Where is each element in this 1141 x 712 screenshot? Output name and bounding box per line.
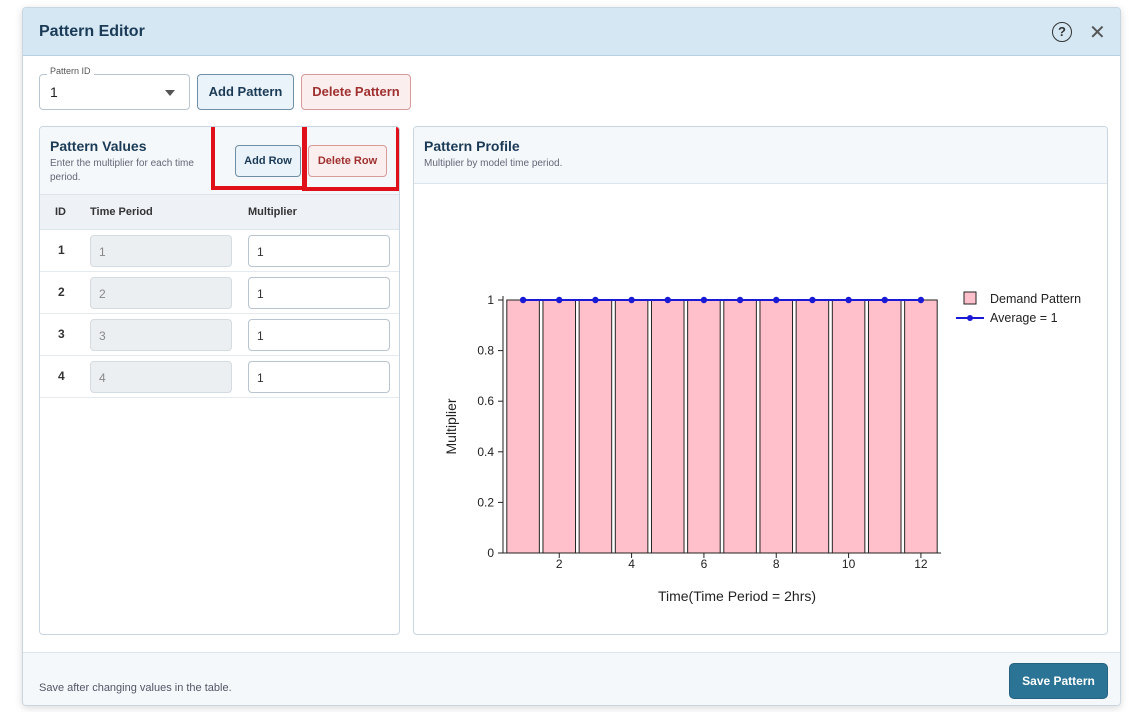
column-header-id: ID [55, 206, 66, 218]
average-point [881, 296, 888, 304]
multiplier-input[interactable]: 1 [248, 235, 390, 267]
x-tick-label: 10 [842, 557, 856, 571]
column-header-multiplier: Multiplier [248, 206, 297, 218]
delete-row-button[interactable]: Delete Row [308, 145, 387, 177]
dialog-header: Pattern Editor ? ✕ [23, 8, 1120, 56]
table-header: ID Time Period Multiplier [40, 195, 399, 230]
x-tick-label: 12 [914, 557, 928, 571]
legend-swatch-point [967, 315, 973, 321]
average-point [917, 296, 925, 304]
row-id: 4 [58, 369, 65, 383]
pattern-profile-title: Pattern Profile [424, 138, 520, 154]
x-tick-label: 8 [773, 557, 780, 571]
chart-bar [614, 299, 649, 554]
pattern-id-select[interactable]: 1 [39, 74, 190, 110]
chart-bar [795, 299, 830, 554]
table-row: 2 2 1 [40, 272, 399, 314]
x-tick-label: 6 [701, 557, 708, 571]
pattern-profile-subtitle: Multiplier by model time period. [424, 158, 563, 169]
average-point [809, 296, 816, 304]
multiplier-input[interactable]: 1 [248, 319, 390, 351]
y-tick-label: 1 [487, 293, 494, 307]
legend-swatch-bar [963, 291, 977, 305]
dialog-footer: Save after changing values in the table.… [23, 652, 1120, 705]
row-id: 2 [58, 285, 65, 299]
average-point [592, 296, 599, 304]
average-point [556, 296, 563, 304]
legend-label-demand: Demand Pattern [990, 292, 1081, 306]
chart-bar [687, 299, 721, 554]
close-icon[interactable]: ✕ [1089, 23, 1106, 43]
pattern-values-title: Pattern Values [50, 138, 147, 154]
pattern-profile-header: Pattern Profile Multiplier by model time… [414, 127, 1107, 184]
average-point [519, 296, 527, 304]
pattern-values-subtitle: Enter the multiplier for each time perio… [50, 158, 194, 183]
x-tick-label: 2 [556, 557, 563, 571]
multiplier-input[interactable]: 1 [248, 277, 390, 309]
time-period-field: 2 [90, 277, 232, 309]
chart-bar [723, 299, 757, 554]
y-tick-label: 0.4 [477, 445, 494, 459]
chart-bar [578, 299, 613, 554]
chevron-down-icon [165, 90, 175, 96]
chart-bar [542, 299, 577, 554]
pattern-values-header: Pattern Values Enter the multiplier for … [40, 127, 399, 195]
time-period-field: 1 [90, 235, 232, 267]
average-point [845, 296, 852, 304]
pattern-values-panel: Pattern Values Enter the multiplier for … [39, 126, 400, 635]
row-id: 3 [58, 327, 65, 341]
y-tick-label: 0.6 [477, 394, 494, 408]
pattern-profile-chart: 00.20.40.60.812 4 6 8 10 12Time(Time Period =… [443, 291, 1081, 604]
table-row: 4 4 1 [40, 356, 399, 398]
footer-note: Save after changing values in the table. [39, 682, 232, 694]
chart-bar [867, 299, 902, 554]
delete-pattern-button[interactable]: Delete Pattern [301, 74, 411, 110]
help-icon[interactable]: ? [1052, 22, 1072, 42]
x-axis-label: Time(Time Period = 2hrs) [658, 588, 816, 604]
y-tick-label: 0 [487, 546, 494, 560]
x-tick-label: 4 [628, 557, 635, 571]
average-point [736, 296, 744, 304]
dialog-title: Pattern Editor [39, 23, 145, 40]
add-row-button[interactable]: Add Row [235, 145, 301, 177]
y-tick-label: 0.2 [477, 495, 494, 509]
chart-bar [506, 299, 540, 554]
save-pattern-button[interactable]: Save Pattern [1009, 663, 1108, 699]
chart-bar [759, 299, 794, 554]
column-header-time-period: Time Period [90, 206, 153, 218]
time-period-field: 3 [90, 319, 232, 351]
table-row: 1 1 1 [40, 230, 399, 272]
average-point [628, 296, 635, 304]
add-pattern-button[interactable]: Add Pattern [197, 74, 294, 110]
multiplier-input[interactable]: 1 [248, 361, 390, 393]
chart-bar [650, 299, 685, 554]
chart-bar [904, 299, 938, 554]
average-point [664, 296, 671, 304]
y-tick-label: 0.8 [477, 344, 494, 358]
table-row: 3 3 1 [40, 314, 399, 356]
pattern-id-value: 1 [50, 84, 58, 100]
average-point [700, 296, 708, 304]
pattern-id-label: Pattern ID [47, 66, 94, 76]
y-axis-label: Multiplier [443, 398, 459, 454]
pattern-profile-panel: Pattern Profile Multiplier by model time… [413, 126, 1108, 635]
pattern-editor-dialog: Pattern Editor ? ✕ 1 Pattern ID Add Patt… [22, 7, 1121, 706]
row-id: 1 [58, 243, 65, 257]
chart-bar [831, 299, 866, 554]
legend-label-average: Average = 1 [990, 311, 1058, 325]
average-point [773, 296, 780, 304]
time-period-field: 4 [90, 361, 232, 393]
